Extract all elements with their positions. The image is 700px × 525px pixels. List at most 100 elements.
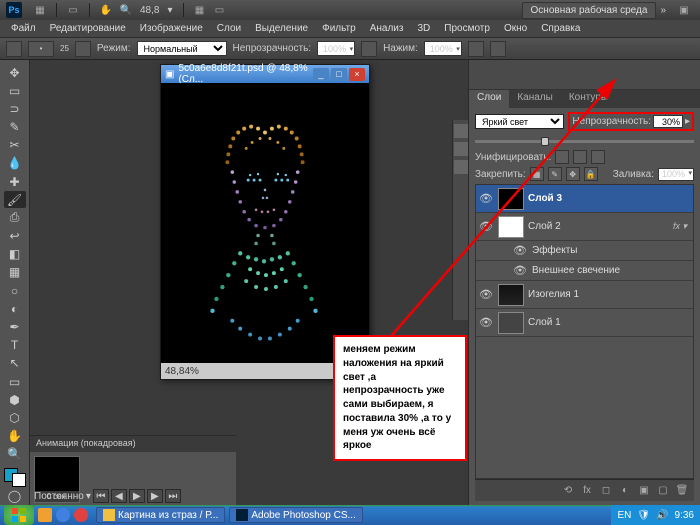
tab-layers[interactable]: Слои <box>469 90 509 108</box>
arrange-docs-icon[interactable]: ▦ <box>192 2 208 18</box>
healing-tool[interactable]: ✚ <box>4 173 26 190</box>
layer-name[interactable]: Слой 3 <box>528 193 691 204</box>
opacity-dropdown-icon[interactable]: ▸ <box>685 116 690 127</box>
shape-tool[interactable]: ▭ <box>4 373 26 390</box>
layer-thumbnail[interactable] <box>498 284 524 306</box>
doc-minimize-button[interactable]: _ <box>313 68 329 81</box>
collapsed-panel-icon[interactable] <box>454 160 468 174</box>
hand-tool[interactable]: ✋ <box>4 427 26 444</box>
pen-tool[interactable]: ✒ <box>4 318 26 335</box>
lock-transparency-icon[interactable]: ▦ <box>530 167 544 181</box>
loop-select[interactable]: Постоянно <box>34 491 84 502</box>
doc-close-button[interactable]: × <box>349 68 365 81</box>
opacity-slider[interactable] <box>475 135 694 147</box>
layer-row[interactable]: 👁 Слой 2 fx ▾ <box>476 213 693 241</box>
layer-effect-item[interactable]: 👁 Внешнее свечение <box>476 261 693 281</box>
color-swatches[interactable] <box>4 468 26 487</box>
quick-launch-icon[interactable] <box>56 508 70 522</box>
quick-select-tool[interactable]: ✎ <box>4 119 26 136</box>
type-tool[interactable]: T <box>4 337 26 354</box>
zoom-toolbox[interactable]: 🔍 <box>4 446 26 463</box>
layer-thumbnail[interactable] <box>498 188 524 210</box>
menu-view[interactable]: Просмотр <box>437 21 497 36</box>
tool-preset-icon[interactable] <box>6 41 22 57</box>
start-button[interactable] <box>4 505 34 525</box>
visibility-toggle[interactable]: 👁 <box>478 192 494 205</box>
move-tool[interactable]: ✥ <box>4 64 26 81</box>
layer-name[interactable]: Слой 2 <box>528 221 669 232</box>
delete-layer-icon[interactable]: 🗑 <box>674 483 690 499</box>
status-zoom[interactable]: 48,84% <box>165 366 199 377</box>
menu-image[interactable]: Изображение <box>133 21 210 36</box>
layer-opacity-input[interactable] <box>653 115 683 128</box>
taskbar-item[interactable]: Картина из страз / Р... <box>96 507 225 523</box>
airbrush-icon[interactable] <box>468 41 484 57</box>
link-layers-icon[interactable]: ⟲ <box>560 483 576 499</box>
tray-icon[interactable]: 🔊 <box>656 510 668 521</box>
layer-effects-row[interactable]: 👁 Эффекты <box>476 241 693 261</box>
brush-mode-select[interactable]: Нормальный <box>137 41 227 56</box>
tablet-opacity-icon[interactable] <box>361 41 377 57</box>
layer-name[interactable]: Слой 1 <box>528 317 691 328</box>
layer-row[interactable]: 👁 Слой 3 <box>476 185 693 213</box>
menu-select[interactable]: Выделение <box>248 21 315 36</box>
tray-icon[interactable]: 🛡 <box>637 510 650 521</box>
quick-launch-icon[interactable] <box>74 508 88 522</box>
layer-thumbnail[interactable] <box>498 312 524 334</box>
layer-group-icon[interactable]: ▣ <box>636 483 652 499</box>
layer-row[interactable]: 👁 Слой 1 <box>476 309 693 337</box>
gradient-tool[interactable]: ▦ <box>4 264 26 281</box>
menu-filter[interactable]: Фильтр <box>315 21 363 36</box>
document-canvas[interactable] <box>161 83 369 363</box>
zoom-tool-icon[interactable]: 🔍 <box>118 2 134 18</box>
brush-preview[interactable]: • <box>28 41 54 57</box>
workspace-switcher[interactable]: Основная рабочая среда <box>522 2 657 19</box>
taskbar-item[interactable]: Adobe Photoshop CS... <box>229 507 363 523</box>
fill-input[interactable]: 100% <box>658 168 694 181</box>
new-layer-icon[interactable]: ▢ <box>655 483 671 499</box>
stamp-tool[interactable]: ⎙ <box>4 209 26 226</box>
eyedropper-tool[interactable]: 💧 <box>4 155 26 172</box>
zoom-value[interactable]: 48,8 <box>140 5 159 16</box>
anim-play-button[interactable]: ▶ <box>129 489 145 503</box>
eraser-tool[interactable]: ◧ <box>4 246 26 263</box>
tablet-size-icon[interactable] <box>490 41 506 57</box>
bridge-icon[interactable]: ▦ <box>32 2 48 18</box>
3d-camera-tool[interactable]: ⬡ <box>4 409 26 426</box>
menu-help[interactable]: Справка <box>534 21 587 36</box>
hand-tool-icon[interactable]: ✋ <box>98 2 114 18</box>
history-brush-tool[interactable]: ↩ <box>4 228 26 245</box>
anim-prev-button[interactable]: ◀ <box>111 489 127 503</box>
anim-first-button[interactable]: ⏮ <box>93 489 109 503</box>
menu-layer[interactable]: Слои <box>210 21 248 36</box>
clock[interactable]: 9:36 <box>675 510 694 521</box>
language-indicator[interactable]: EN <box>617 510 631 521</box>
crop-tool[interactable]: ✂ <box>4 137 26 154</box>
lasso-tool[interactable]: ⊃ <box>4 100 26 117</box>
anim-last-button[interactable]: ⏭ <box>165 489 181 503</box>
blur-tool[interactable]: ○ <box>4 282 26 299</box>
blend-mode-select[interactable]: Яркий свет <box>475 114 564 129</box>
visibility-toggle[interactable]: 👁 <box>478 288 494 301</box>
menu-3d[interactable]: 3D <box>410 21 437 36</box>
opacity-input[interactable]: 100% <box>317 41 355 56</box>
brush-tool[interactable]: 🖌 <box>4 191 26 208</box>
layer-name[interactable]: Изогелия 1 <box>528 289 691 300</box>
lock-all-icon[interactable]: 🔒 <box>584 167 598 181</box>
layer-style-icon[interactable]: fx <box>579 483 595 499</box>
lock-pixels-icon[interactable]: ✎ <box>548 167 562 181</box>
collapsed-panel-icon[interactable] <box>454 124 468 138</box>
quick-launch-icon[interactable] <box>38 508 52 522</box>
tab-channels[interactable]: Каналы <box>509 90 561 108</box>
visibility-toggle[interactable]: 👁 <box>478 220 494 233</box>
menu-analysis[interactable]: Анализ <box>363 21 411 36</box>
layer-thumbnail[interactable] <box>498 216 524 238</box>
visibility-toggle[interactable]: 👁 <box>512 244 528 257</box>
tab-paths[interactable]: Контуры <box>561 90 616 108</box>
menu-edit[interactable]: Редактирование <box>43 21 133 36</box>
3d-tool[interactable]: ⬢ <box>4 391 26 408</box>
visibility-toggle[interactable]: 👁 <box>478 316 494 329</box>
adjustment-layer-icon[interactable]: ◐ <box>617 483 633 499</box>
flow-input[interactable]: 100% <box>424 41 462 56</box>
document-titlebar[interactable]: ▣ 5c0a6e8d8f21t.psd @ 48,8% (Сл... _ □ × <box>161 65 369 83</box>
